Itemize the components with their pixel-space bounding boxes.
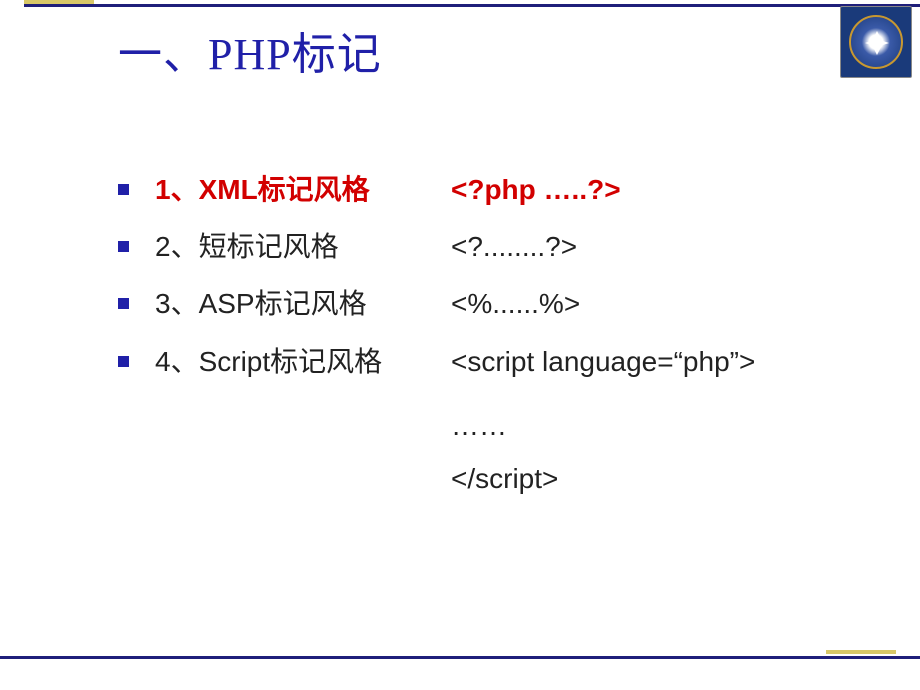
logo-emblem	[849, 15, 903, 69]
list-item: 4、Script标记风格 <script language=“php”>	[118, 342, 890, 381]
bullet-icon	[118, 298, 129, 309]
slide-title: 一、PHP标记	[118, 18, 382, 82]
footer-accent-yellow	[826, 650, 896, 654]
footer-accent-navy	[0, 656, 920, 659]
list-item: 3、ASP标记风格 <%......%>	[118, 284, 890, 323]
bullet-icon	[118, 184, 129, 195]
list-item: 2、短标记风格 <?........?>	[118, 227, 890, 266]
item-sample: <?........?>	[451, 227, 577, 266]
item-label: 4、Script标记风格	[155, 342, 451, 381]
script-body-ellipsis: ……	[451, 399, 890, 452]
bullet-icon	[118, 356, 129, 367]
content-area: 1、XML标记风格 <?php …..?> 2、短标记风格 <?........…	[118, 170, 890, 505]
script-continuation: …… </script>	[451, 399, 890, 505]
item-sample: <%......%>	[451, 284, 580, 323]
title-area: 一、PHP标记	[118, 18, 382, 82]
list-item: 1、XML标记风格 <?php …..?>	[118, 170, 890, 209]
item-label: 3、ASP标记风格	[155, 284, 451, 323]
item-label: 2、短标记风格	[155, 227, 451, 266]
bullet-icon	[118, 241, 129, 252]
script-close-tag: </script>	[451, 452, 890, 505]
item-sample: <script language=“php”>	[451, 342, 755, 381]
item-label: 1、XML标记风格	[155, 170, 451, 209]
institution-logo	[840, 6, 912, 78]
item-sample: <?php …..?>	[451, 170, 621, 209]
header-accent-navy	[24, 4, 920, 7]
